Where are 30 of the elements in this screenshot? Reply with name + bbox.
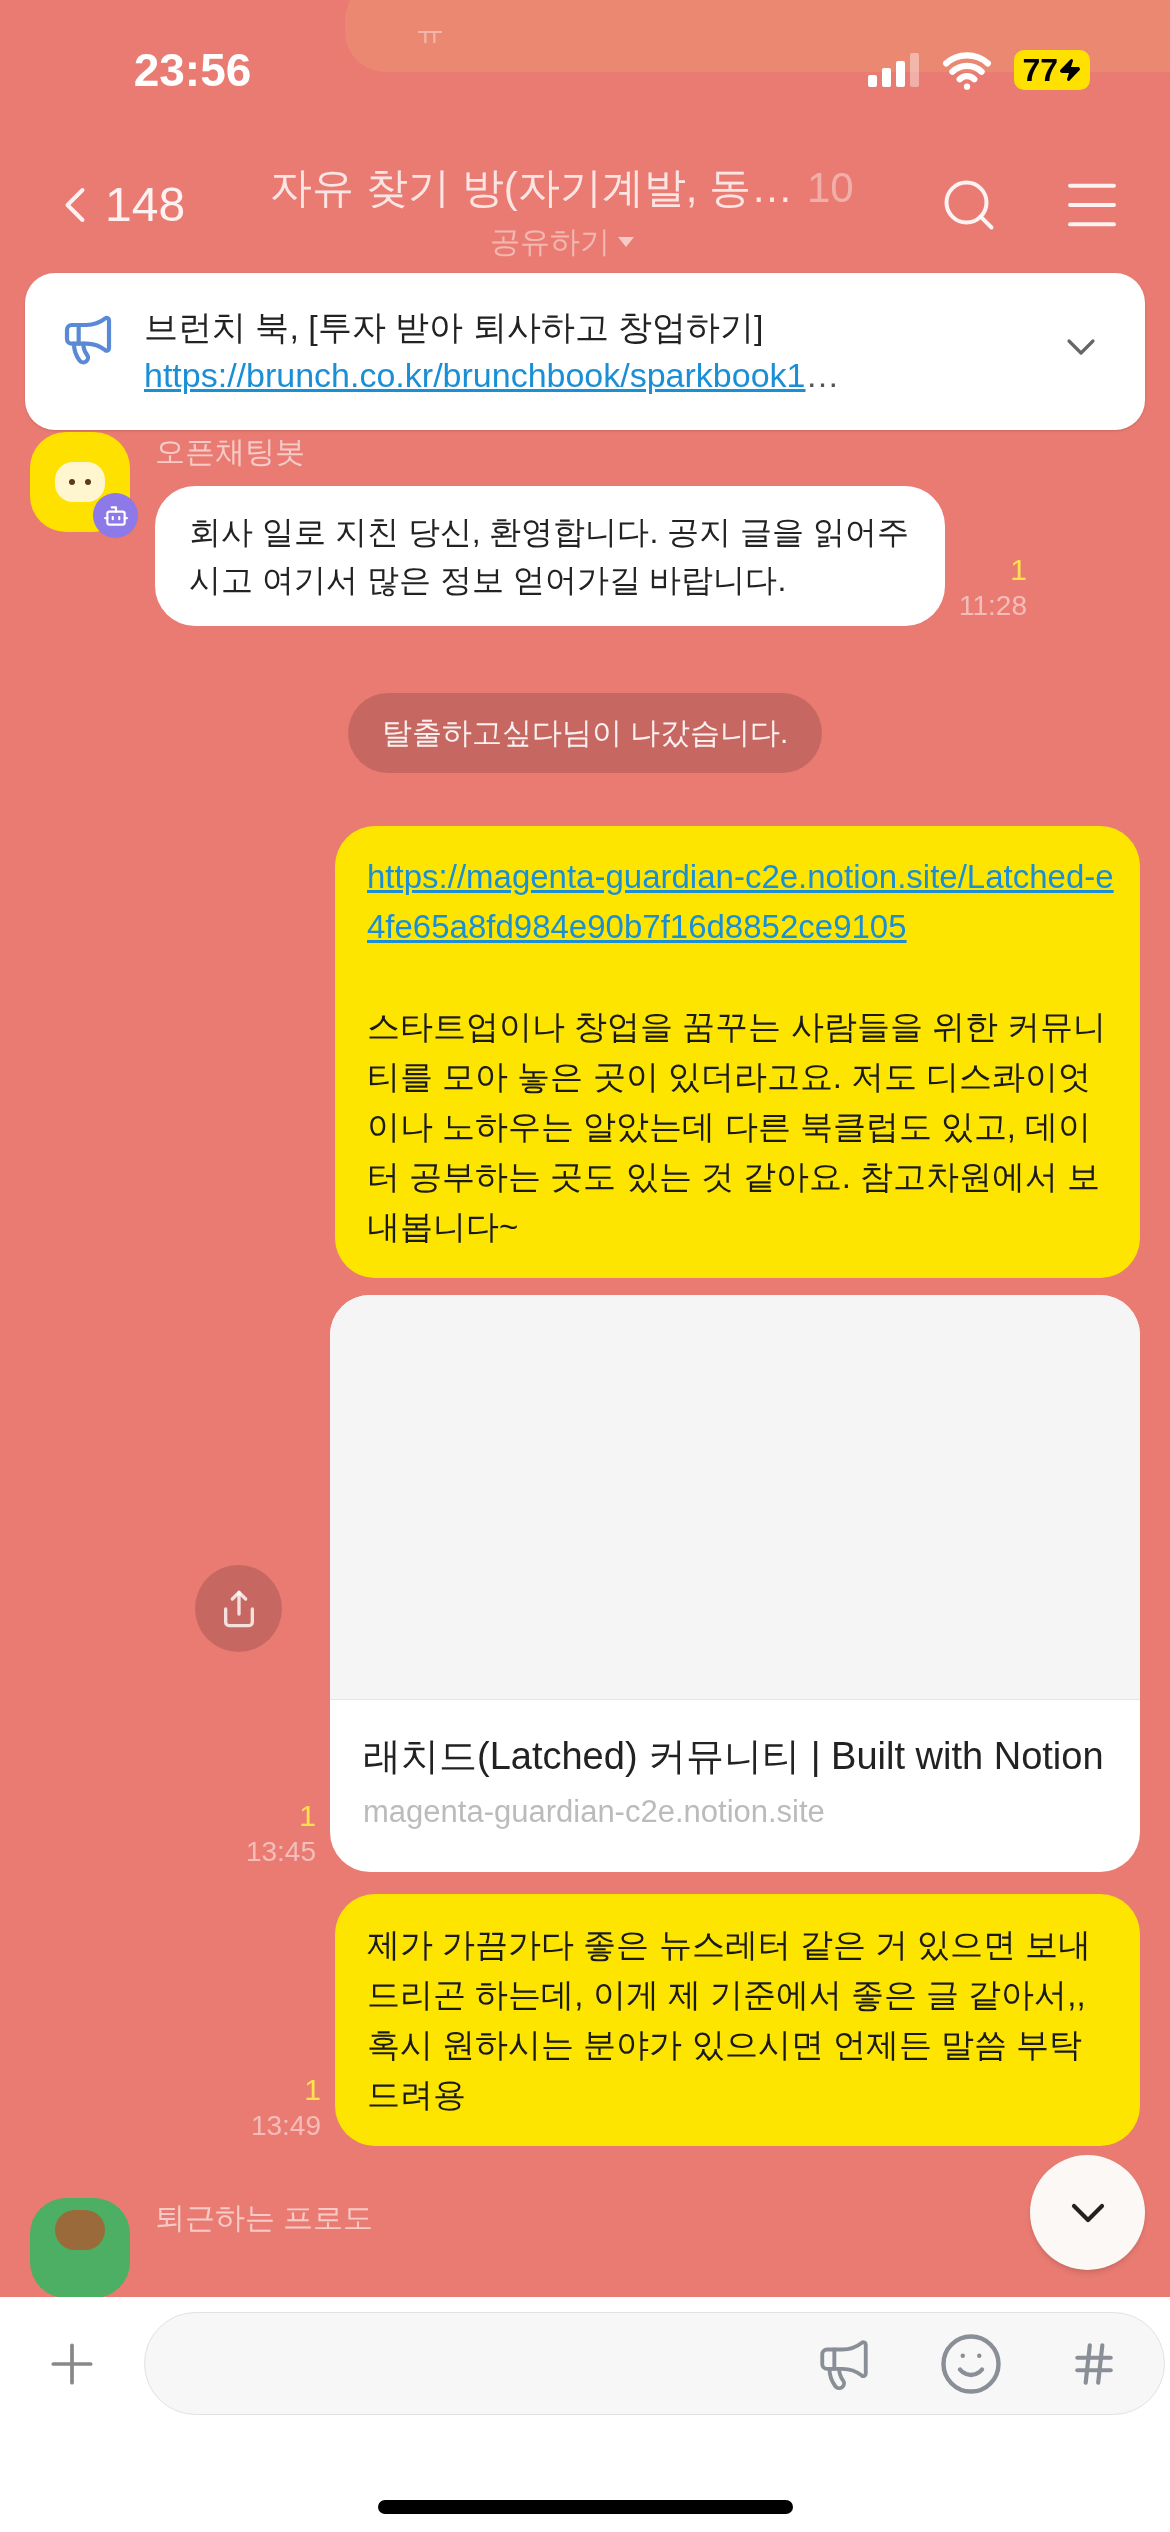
notice-link[interactable]: https://brunch.co.kr/brunchbook/sparkbook1: [144, 351, 806, 399]
caret-icon: [618, 236, 635, 247]
link-title: 래치드(Latched) 커뮤니티 | Built with Notion: [363, 1734, 1105, 1779]
unread-count: 1: [299, 1798, 316, 1834]
message-time: 11:28: [959, 589, 1027, 623]
bot-badge: [93, 493, 138, 538]
message-text: 제가 가끔가다 좋은 뉴스레터 같은 거 있으면 보내드리곤 하는데, 이게 제 기준에서 좋은 글 같아서,, 혹시 원하시는 분야가 있으시면 언제든 말씀 부탁 드려용: [367, 1925, 1093, 2115]
clock-time: 23:56: [132, 42, 253, 98]
notice-title: 브런치 북, [투자 받아 퇴사하고 창업하기]: [144, 307, 765, 348]
bear-avatar[interactable]: [30, 2198, 130, 2297]
link-preview-card[interactable]: 래치드(Latched) 커뮤니티 | Built with Notion magenta-guardian-c2e.notion.site: [330, 1295, 1140, 1872]
message-link[interactable]: https://magenta-guardian-c2e.notion.site/Latched-e4fe65a8fd984e90b7f16d8852ce9105: [367, 852, 1114, 952]
message-text: 스타트업이나 창업을 꿈꾸는 사람들을 위한 커뮤니티를 모아 놓은 곳이 있더라고요. 저도 디스콰이엇이나 노하우는 알았는데 다른 북클럽도 있고, 데이터 공부하는 곳도 있는 것 같아요. 참고차원에서 보내봅니다~: [367, 1007, 1107, 1247]
unread-count: 1: [1010, 552, 1027, 588]
message-time: 13:49: [250, 2109, 321, 2143]
member-count: 10: [807, 163, 854, 213]
message-time: 13:45: [245, 1835, 316, 1869]
notice-link-ellipsis: …: [805, 355, 840, 396]
system-notice: 탈출하고싶다님이 나갔습니다.: [347, 693, 823, 773]
sender-name: 오픈채팅봇: [155, 434, 306, 470]
back-button[interactable]: 148: [45, 169, 186, 241]
battery-indicator: 77: [1014, 50, 1090, 90]
sender-name: 퇴근하는 프로도: [155, 2200, 374, 2236]
share-dropdown[interactable]: 공유하기: [490, 219, 635, 264]
message-bubble: 회사 일로 지친 당신, 환영합니다. 공지 글을 읽어주시고 여기서 많은 정보 얻어가길 바랍니다.: [155, 486, 945, 626]
link-domain: magenta-guardian-c2e.notion.site: [363, 1793, 826, 1831]
chat-title[interactable]: 자유 찾기 방(자기계발, 동…: [270, 156, 793, 219]
unread-count: 1: [304, 2072, 321, 2108]
signal-icon: [868, 53, 921, 87]
notice-banner[interactable]: 브런치 북, [투자 받아 퇴사하고 창업하기] https://brunch.co.kr/brunchbook/sparkbook1…: [25, 273, 1145, 430]
